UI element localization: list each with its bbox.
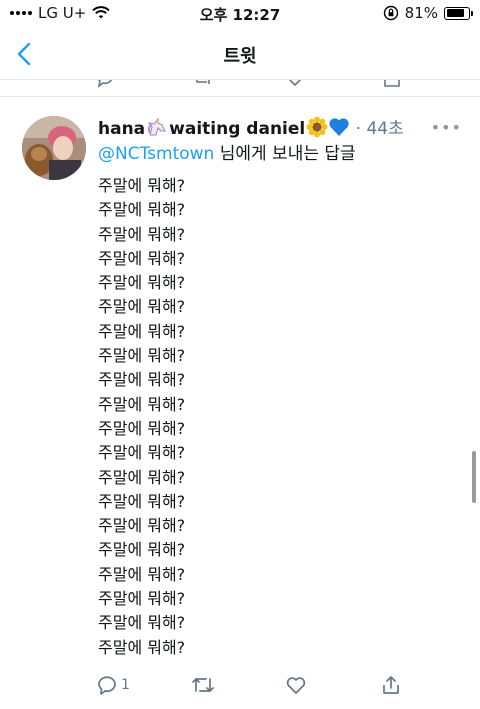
share-button[interactable] [380,674,402,696]
divider [0,96,480,104]
status-bar: LG U+ 오후 12:27 81% [0,0,480,28]
tweet-text-line: 주말에 뭐해? [98,516,186,536]
reply-icon [98,676,116,695]
reply-context: @NCTsmtown 님에게 보내는 답글 [98,142,356,166]
nav-bar: 트윗 [0,28,480,80]
tweet-text-line: 주말에 뭐해? [98,443,186,463]
share-icon [383,676,399,694]
retweet-button[interactable] [190,674,216,696]
reply-button[interactable]: 1 [96,674,130,696]
tweet-text-line: 주말에 뭐해? [98,394,186,414]
reply-suffix: 님에게 보내는 답글 [214,144,356,164]
tweet-text-line: 주말에 뭐해? [98,273,186,293]
unicorn-emoji-icon [147,117,166,136]
tweet-text-line: 주말에 뭐해? [98,248,186,268]
tweet-text-line: 주말에 뭐해? [98,321,186,341]
reply-icon[interactable] [95,80,115,88]
reply-handle-link[interactable]: @NCTsmtown [98,144,214,164]
more-icon: ••• [430,118,462,137]
tweet-text-line: 주말에 뭐해? [98,491,186,511]
battery-icon [444,6,473,20]
heart-icon [286,677,306,694]
tweet-text-line: 주말에 뭐해? [98,637,186,657]
tweet-text-line: 주말에 뭐해? [98,467,186,487]
retweet-icon [192,678,214,692]
sunflower-emoji-icon [306,116,328,138]
tweet-text-line: 주말에 뭐해? [98,297,186,317]
author-name[interactable]: hana waiting daniel [98,116,350,139]
page-title: 트윗 [223,46,257,67]
more-options-button[interactable]: ••• [431,118,462,137]
tweet-text-line: 주말에 뭐해? [98,346,186,366]
retweet-icon[interactable] [193,80,213,88]
tweet-action-bar: 1 [0,672,480,702]
like-icon[interactable] [285,80,305,88]
tweet-text-line: 주말에 뭐해? [98,540,186,560]
tweet-text-line: 주말에 뭐해? [98,613,186,633]
tweet-header: hana waiting daniel · 44초 [98,116,460,141]
tweet-text-line: 주말에 뭐해? [98,564,186,584]
tweet-text-line: 주말에 뭐해? [98,176,186,195]
tweet-time-separator: · [350,119,367,139]
tweet-text-line: 주말에 뭐해? [98,418,186,438]
tweet-time: 44초 [366,119,404,139]
tweet-text-line: 주말에 뭐해? [98,224,186,244]
blue-heart-emoji-icon [329,118,349,136]
previous-tweet-actions [0,80,480,94]
tweet-text-line: 주말에 뭐해? [98,589,186,609]
tweet-text-line: 주말에 뭐해? [98,200,186,220]
scrollbar[interactable] [472,451,476,503]
share-icon[interactable] [382,80,402,88]
orientation-lock-icon [383,5,398,21]
reply-count: 1 [121,677,130,693]
battery-percent: 81% [404,4,438,22]
avatar-image [22,116,86,180]
tweet-text-line: 주말에 뭐해? [98,370,186,390]
avatar[interactable] [22,116,86,180]
tweet-body: 주말에 뭐해? 주말에 뭐해? 주말에 뭐해? 주말에 뭐해? 주말에 뭐해? 주말에 뭐… [98,174,398,660]
like-button[interactable] [285,674,307,696]
